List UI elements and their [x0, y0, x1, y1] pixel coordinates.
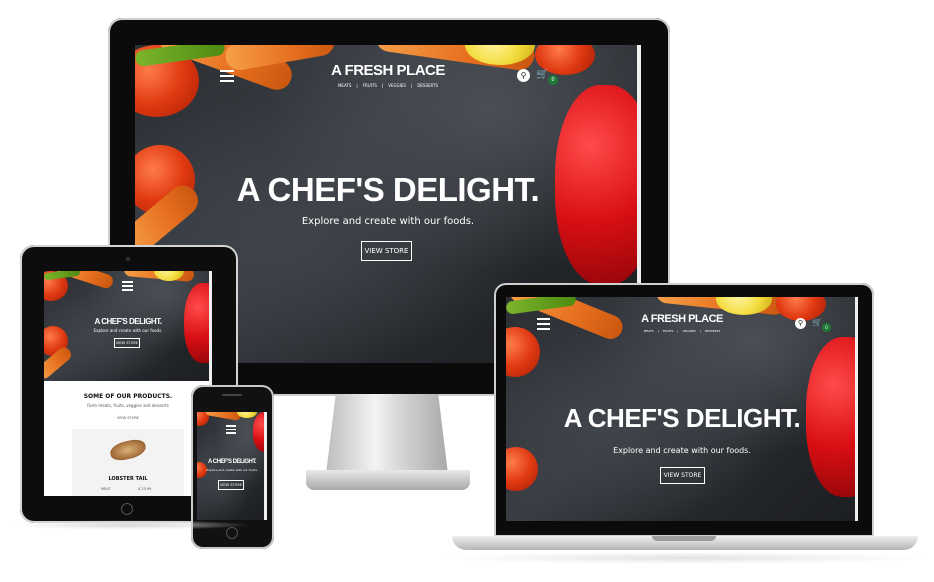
cart-count-badge: 0: [548, 75, 558, 85]
nav-meats[interactable]: MEATS: [644, 329, 654, 333]
nav-desserts[interactable]: DESSERTS: [705, 329, 721, 333]
floor-shadow: [10, 520, 250, 530]
nav-veggies[interactable]: VEGGIES: [388, 83, 406, 88]
laptop-screen: A FRESH PLACE MEATS | FRUITS | VEGGIES | DE…: [506, 297, 858, 521]
nav-fruits[interactable]: FRUITS: [363, 83, 377, 88]
hero-title: A CHEF'S DELIGHT.: [207, 459, 257, 465]
hero-subtitle: Explore and create with our foods.: [93, 328, 163, 333]
products-view-store-link[interactable]: VIEW STORE: [44, 416, 212, 420]
phone-screen: A CHEF'S DELIGHT. Explore and create wit…: [197, 412, 267, 520]
product-category: MEAT: [101, 487, 111, 491]
phone-speaker: [222, 394, 242, 396]
scrollbar[interactable]: [264, 412, 267, 520]
hero-title: A CHEF'S DELIGHT.: [94, 317, 162, 326]
shopping-cart-icon[interactable]: 🛒: [812, 318, 822, 327]
tablet-screen: A CHEF'S DELIGHT. Explore and create wit…: [44, 271, 212, 496]
monitor-base: [306, 470, 470, 490]
hamburger-menu-icon[interactable]: [537, 318, 550, 330]
view-store-button[interactable]: VIEW STORE: [218, 480, 244, 490]
products-heading: SOME OF OUR PRODUCTS.: [83, 393, 173, 400]
monitor-neck: [326, 394, 448, 474]
view-store-button[interactable]: VIEW STORE: [114, 338, 140, 348]
search-icon[interactable]: ⚲: [517, 69, 530, 82]
hero-title: A CHEF'S DELIGHT.: [236, 171, 540, 208]
view-store-button[interactable]: VIEW STORE: [361, 241, 412, 261]
hero-subtitle: Explore and create with our foods.: [613, 446, 751, 455]
main-nav: MEATS | FRUITS | VEGGIES | DESSERTS: [643, 329, 721, 333]
nav-desserts[interactable]: DESSERTS: [417, 83, 438, 88]
lobster-tail-image: [108, 437, 148, 463]
product-name: LOBSTER TAIL: [108, 476, 148, 482]
tablet-home-button[interactable]: [121, 503, 133, 515]
tablet-camera: [126, 257, 130, 261]
hamburger-menu-icon[interactable]: [226, 425, 236, 434]
search-icon[interactable]: ⚲: [795, 318, 806, 329]
nav-fruits[interactable]: FRUITS: [663, 329, 674, 333]
site-logo[interactable]: A FRESH PLACE: [626, 313, 738, 325]
hamburger-menu-icon[interactable]: [122, 281, 133, 291]
hero-title: A CHEF'S DELIGHT.: [563, 403, 801, 433]
shopping-cart-icon[interactable]: 🛒: [536, 69, 548, 80]
hamburger-menu-icon[interactable]: [220, 70, 234, 82]
nav-meats[interactable]: MEATS: [338, 83, 351, 88]
scrollbar[interactable]: [855, 297, 858, 521]
nav-veggies[interactable]: VEGGIES: [682, 329, 695, 333]
product-card[interactable]: LOBSTER TAIL MEAT $ 23.99: [72, 429, 184, 496]
floor-shadow: [440, 552, 930, 564]
cart-count-badge: 0: [822, 323, 831, 332]
hero-subtitle: Explore and create with our foods.: [206, 468, 258, 472]
site-logo[interactable]: A FRESH PLACE: [313, 62, 463, 79]
products-subheading: Farm meats, fruits, veggies and desserts: [87, 403, 169, 408]
main-nav: MEATS | FRUITS | VEGGIES | DESSERTS: [337, 83, 439, 88]
hero-subtitle: Explore and create with our foods.: [301, 216, 475, 227]
laptop-notch: [652, 536, 716, 541]
product-price: $ 23.99: [138, 487, 152, 491]
view-store-button[interactable]: VIEW STORE: [660, 467, 705, 484]
